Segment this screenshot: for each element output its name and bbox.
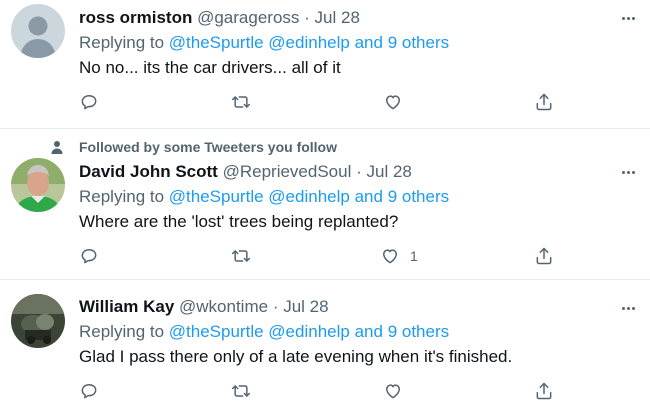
retweet-button[interactable] (231, 381, 251, 401)
mention-link[interactable]: @theSpurtle (169, 322, 264, 341)
tweet-text: Where are the 'lost' trees being replant… (79, 212, 399, 231)
replying-to: Replying to @theSpurtle @edinhelp and 9 … (79, 322, 449, 342)
tweet-text: Glad I pass there only of a late evening… (79, 347, 513, 366)
profile-photo (11, 158, 65, 212)
more-icon[interactable] (622, 166, 642, 178)
share-button[interactable] (534, 92, 554, 112)
share-icon (534, 381, 554, 401)
avatar[interactable] (11, 158, 65, 212)
author-name[interactable]: William Kay (79, 297, 174, 316)
heart-icon (380, 246, 400, 266)
separator-dot: · (356, 162, 362, 181)
reply-button[interactable] (79, 381, 99, 401)
mention-link[interactable]: @edinhelp (268, 187, 350, 206)
and-text: and (354, 33, 383, 52)
default-avatar-icon (11, 4, 65, 58)
social-context-text: Followed by some Tweeters you follow (79, 139, 338, 155)
replying-prefix: Replying to (79, 322, 165, 341)
avatar[interactable] (11, 4, 65, 58)
author-handle[interactable]: @garageross (197, 8, 299, 27)
social-context: Followed by some Tweeters you follow (49, 139, 337, 155)
reply-button[interactable] (79, 92, 99, 112)
replying-to: Replying to @theSpurtle @edinhelp and 9 … (79, 187, 449, 207)
like-button[interactable]: 1 (380, 246, 418, 266)
tweet-2[interactable]: Followed by some Tweeters you follow Dav… (0, 129, 650, 279)
like-button[interactable] (383, 381, 413, 401)
others-link[interactable]: 9 others (388, 322, 449, 341)
others-link[interactable]: 9 others (388, 33, 449, 52)
heart-icon (383, 381, 403, 401)
retweet-icon (231, 246, 251, 266)
mention-link[interactable]: @edinhelp (268, 322, 350, 341)
separator-dot: · (304, 8, 310, 27)
tweet-header: David John Scott @ReprievedSoul · Jul 28 (79, 162, 412, 182)
tweet-header: William Kay @wkontime · Jul 28 (79, 297, 329, 317)
author-name[interactable]: ross ormiston (79, 8, 192, 27)
tweet-date[interactable]: Jul 28 (315, 8, 360, 27)
and-text: and (354, 187, 383, 206)
retweet-icon (231, 92, 251, 112)
tweet-date[interactable]: Jul 28 (283, 297, 328, 316)
reply-icon (79, 246, 99, 266)
more-icon[interactable] (622, 12, 642, 24)
person-icon (51, 141, 63, 154)
tweet-header: ross ormiston @garageross · Jul 28 (79, 8, 360, 28)
like-button[interactable] (383, 92, 413, 112)
mention-link[interactable]: @theSpurtle (169, 187, 264, 206)
share-button[interactable] (534, 246, 554, 266)
retweet-button[interactable] (231, 92, 251, 112)
replying-to: Replying to @theSpurtle @edinhelp and 9 … (79, 33, 449, 53)
share-button[interactable] (534, 381, 554, 401)
tweet-1[interactable]: ross ormiston @garageross · Jul 28 Reply… (0, 0, 650, 128)
mention-link[interactable]: @theSpurtle (169, 33, 264, 52)
replying-prefix: Replying to (79, 187, 165, 206)
share-icon (534, 92, 554, 112)
retweet-button[interactable] (231, 246, 251, 266)
author-handle[interactable]: @ReprievedSoul (223, 162, 352, 181)
more-icon[interactable] (622, 302, 642, 314)
profile-photo (11, 294, 65, 348)
author-name[interactable]: David John Scott (79, 162, 218, 181)
tweet-date[interactable]: Jul 28 (367, 162, 412, 181)
separator-dot: · (272, 297, 279, 316)
tweet-3[interactable]: William Kay @wkontime · Jul 28 Replying … (0, 280, 650, 409)
replying-prefix: Replying to (79, 33, 165, 52)
author-handle[interactable]: @wkontime (179, 297, 268, 316)
avatar[interactable] (11, 294, 65, 348)
reply-icon (79, 92, 99, 112)
share-icon (534, 246, 554, 266)
tweet-text: No no... its the car drivers... all of i… (79, 58, 341, 77)
like-count: 1 (410, 248, 418, 264)
retweet-icon (231, 381, 251, 401)
and-text: and (354, 322, 383, 341)
reply-icon (79, 381, 99, 401)
others-link[interactable]: 9 others (388, 187, 449, 206)
reply-button[interactable] (79, 246, 99, 266)
heart-icon (383, 92, 403, 112)
mention-link[interactable]: @edinhelp (268, 33, 350, 52)
